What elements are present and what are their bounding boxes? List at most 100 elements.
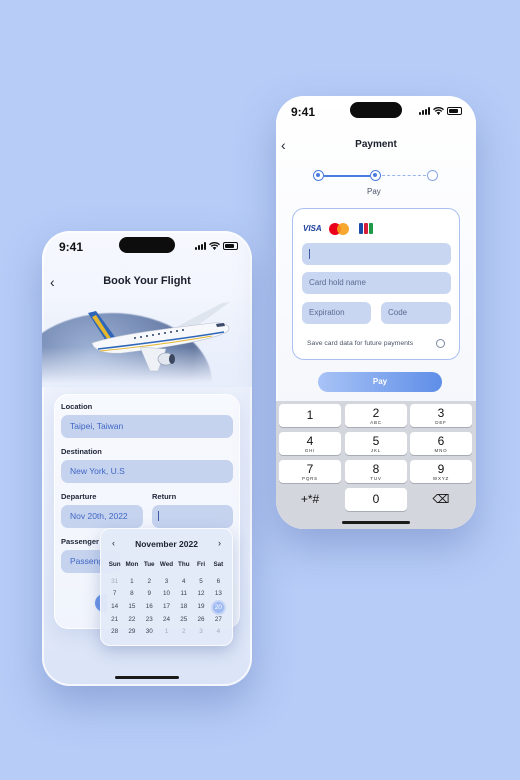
pay-button[interactable]: Pay (318, 372, 442, 392)
calendar-day[interactable]: 24 (158, 615, 175, 626)
calendar-day-outside[interactable]: 2 (175, 627, 192, 638)
keypad-key-2[interactable]: 2 ABC (345, 404, 407, 427)
keypad-key-7[interactable]: 7 PQRS (279, 460, 341, 483)
text-caret (158, 511, 159, 521)
calendar-day[interactable]: 25 (175, 615, 192, 626)
calendar-day[interactable]: 7 (106, 589, 123, 600)
status-icons (419, 107, 462, 115)
return-input[interactable] (152, 505, 233, 528)
calendar-day[interactable]: 4 (175, 577, 192, 588)
save-card-label: Save card data for future payments (307, 340, 414, 347)
key-number: 4 (306, 434, 314, 448)
airplane-icon (88, 302, 230, 372)
keypad-key-4[interactable]: 4 GHI (279, 432, 341, 455)
keypad-key-1[interactable]: 1 (279, 404, 341, 427)
dynamic-island (119, 237, 175, 253)
calendar-grid: Sun Mon Tue Wed Thu Fri Sat 31 1 2 3 4 5 6 7 8 9 10 11 12 13… (106, 560, 227, 638)
signal-icon (419, 107, 430, 115)
calendar-day[interactable]: 2 (141, 577, 158, 588)
calendar-day[interactable]: 14 (106, 602, 123, 613)
weekday-label: Mon (125, 561, 139, 568)
calendar-day-outside[interactable]: 31 (106, 577, 123, 588)
weekday-label: Wed (159, 561, 174, 568)
location-input[interactable]: Taipei, Taiwan (61, 415, 233, 438)
key-letters: DEF (435, 420, 447, 425)
calendar-day[interactable]: 17 (158, 602, 175, 613)
step-label: Pay (367, 187, 381, 196)
page-title: Payment (355, 139, 397, 150)
calendar-day-outside[interactable]: 3 (192, 627, 209, 638)
calendar-day[interactable]: 1 (123, 577, 140, 588)
numeric-keypad: 1 2 ABC 3 DEF 4 GHI 5 JKL 6 MNO 7 PQRS 8 TUV 9 WXYZ +*# 0 ⌫ (276, 401, 476, 529)
calendar-day[interactable]: 12 (192, 589, 209, 600)
weekday-label: Sun (108, 561, 121, 568)
departure-input[interactable]: Nov 20th, 2022 (61, 505, 143, 528)
calendar-day[interactable]: 6 (210, 577, 227, 588)
calendar-day[interactable]: 8 (123, 589, 140, 600)
key-number: 3 (437, 406, 445, 420)
calendar-day[interactable]: 21 (106, 615, 123, 626)
key-number: 0 (372, 492, 380, 506)
key-letters: JKL (370, 448, 382, 453)
weekday-label: Tue (143, 561, 155, 568)
key-number: 9 (437, 462, 445, 476)
keypad-key-5[interactable]: 5 JKL (345, 432, 407, 455)
calendar-day[interactable]: 11 (175, 589, 192, 600)
keypad-key-8[interactable]: 8 TUV (345, 460, 407, 483)
step-3 (427, 170, 438, 181)
keypad-key-0[interactable]: 0 (345, 488, 407, 511)
calendar-day[interactable]: 10 (158, 589, 175, 600)
key-letters: MNO (434, 448, 448, 453)
key-number: 8 (372, 462, 380, 476)
mastercard-icon (329, 223, 349, 235)
calendar-day[interactable]: 22 (123, 615, 140, 626)
symbols-key[interactable]: +*# (279, 488, 341, 511)
calendar-day[interactable]: 15 (123, 602, 140, 613)
key-letters: PQRS (302, 476, 318, 481)
page-title: Book Your Flight (103, 275, 191, 287)
calendar-day[interactable]: 27 (210, 615, 227, 626)
step-1 (313, 170, 324, 181)
location-label: Location (61, 402, 93, 411)
keypad-key-3[interactable]: 3 DEF (410, 404, 472, 427)
code-input[interactable]: Code (381, 302, 451, 324)
calendar-month: November 2022 (135, 539, 198, 549)
calendar-day-outside[interactable]: 1 (158, 627, 175, 638)
expiration-input[interactable]: Expiration (302, 302, 371, 324)
airplane-image (42, 293, 252, 387)
card-holder-input[interactable]: Card hold name (302, 272, 451, 294)
keypad-key-6[interactable]: 6 MNO (410, 432, 472, 455)
save-card-radio[interactable] (436, 339, 445, 348)
calendar-day[interactable]: 9 (141, 589, 158, 600)
calendar-day[interactable]: 29 (123, 627, 140, 638)
calendar-day[interactable]: 23 (141, 615, 158, 626)
calendar-day-selected[interactable]: 20 (212, 601, 224, 613)
keypad-key-9[interactable]: 9 WXYZ (410, 460, 472, 483)
next-month-icon[interactable]: › (218, 538, 221, 548)
calendar-day[interactable]: 5 (192, 577, 209, 588)
calendar-day[interactable]: 19 (192, 602, 209, 613)
key-number: 1 (306, 408, 314, 422)
calendar-day[interactable]: 28 (106, 627, 123, 638)
calendar-day[interactable]: 16 (141, 602, 158, 613)
home-indicator (115, 676, 179, 679)
key-number: +*# (300, 492, 320, 506)
calendar-day[interactable]: 13 (210, 589, 227, 600)
card-number-input[interactable] (302, 243, 451, 265)
destination-input[interactable]: New York, U.S (61, 460, 233, 483)
key-letters: GHI (304, 448, 316, 453)
calendar-day[interactable]: 26 (192, 615, 209, 626)
jcb-icon (359, 223, 373, 234)
calendar-day[interactable]: 18 (175, 602, 192, 613)
delete-key[interactable]: ⌫ (410, 488, 472, 511)
calendar-day-outside[interactable]: 4 (210, 627, 227, 638)
status-icons (195, 242, 238, 250)
weekday-label: Thu (178, 561, 190, 568)
key-number: 6 (437, 434, 445, 448)
battery-icon (447, 107, 462, 115)
key-number: 5 (372, 434, 380, 448)
wifi-icon (433, 107, 444, 115)
calendar-day[interactable]: 30 (141, 627, 158, 638)
destination-label: Destination (61, 447, 102, 456)
calendar-day[interactable]: 3 (158, 577, 175, 588)
